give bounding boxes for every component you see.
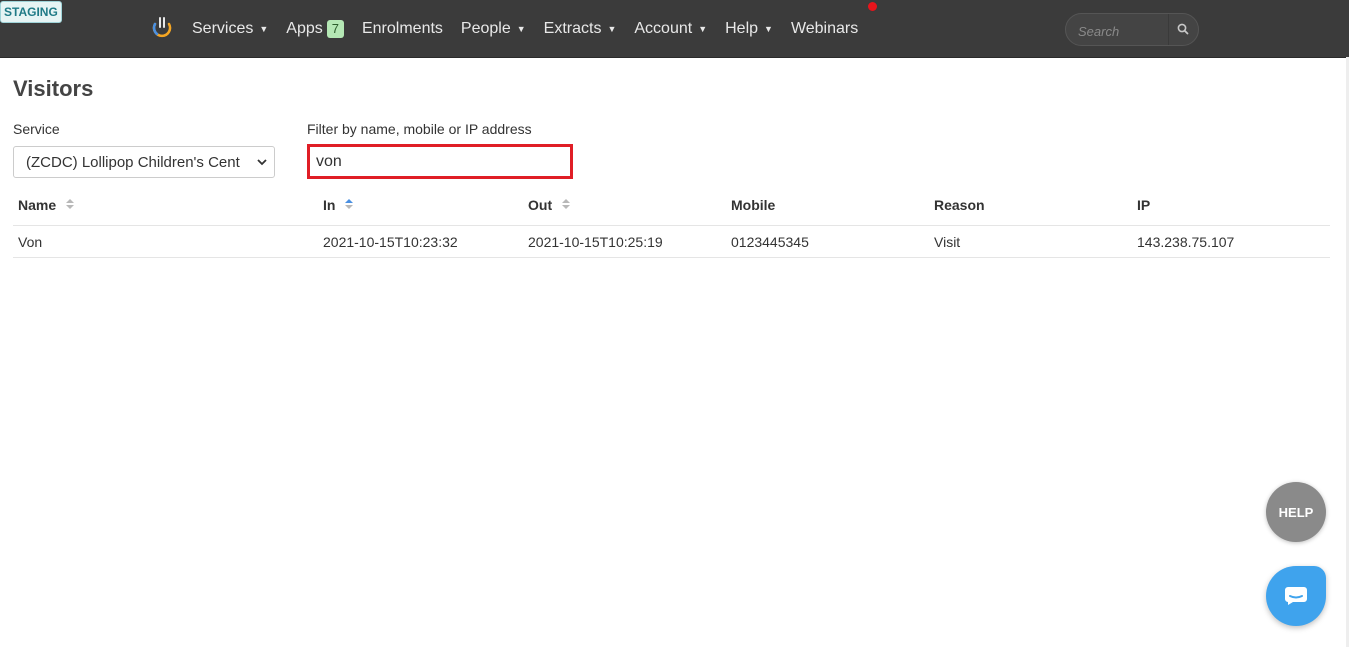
service-label: Service [13, 121, 60, 137]
service-select-value: (ZCDC) Lollipop Children's Cent [26, 154, 240, 171]
cell-ip: 143.238.75.107 [1132, 225, 1330, 258]
search-icon[interactable] [1176, 22, 1190, 36]
nav-extracts-label: Extracts [543, 19, 602, 37]
column-header-label: Name [18, 196, 57, 213]
nav-account-label: Account [634, 19, 693, 37]
nav-help-label: Help [725, 19, 759, 37]
table-row[interactable]: Von 2021-10-15T10:23:32 2021-10-15T10:25… [13, 225, 1330, 258]
chevron-down-icon [257, 159, 267, 166]
column-header-reason: Reason [929, 184, 1132, 226]
nav-people-label: People [460, 19, 511, 37]
page-title: Visitors [13, 76, 94, 101]
cell-name: Von [13, 225, 318, 258]
filter-field-highlight [307, 144, 573, 179]
column-header-label: IP [1137, 196, 1151, 213]
nav-services[interactable]: Services ▼ [192, 20, 268, 38]
table-header-row: Name In Out Mobile Reason IP [13, 184, 1330, 226]
service-select[interactable]: (ZCDC) Lollipop Children's Cent [13, 146, 275, 178]
nav-webinars-label: Webinars [790, 19, 859, 37]
nav-enrolments[interactable]: Enrolments [362, 20, 443, 38]
column-header-ip: IP [1132, 184, 1330, 226]
search-divider [1168, 14, 1169, 45]
column-header-out[interactable]: Out [523, 184, 726, 226]
notification-dot [868, 1, 878, 11]
nav-search-box [1065, 13, 1199, 46]
caret-down-icon: ▼ [698, 23, 708, 34]
cell-mobile: 0123445345 [726, 225, 929, 258]
nav-extracts[interactable]: Extracts ▼ [544, 20, 617, 38]
caret-down-icon: ▼ [607, 23, 617, 34]
filter-input[interactable] [316, 151, 556, 173]
chat-button[interactable] [1266, 566, 1326, 626]
caret-down-icon: ▼ [764, 23, 773, 34]
nav-people[interactable]: People ▼ [461, 20, 526, 38]
cell-in: 2021-10-15T10:23:32 [318, 225, 523, 258]
column-header-label: Out [528, 196, 553, 213]
nav-apps-label: Apps [286, 19, 323, 37]
nav-search-input[interactable] [1076, 20, 1170, 42]
help-button-label: HELP [1278, 504, 1314, 520]
filter-label: Filter by name, mobile or IP address [307, 121, 532, 137]
main-nav: Services ▼ Apps 7 Enrolments People ▼ Ex… [192, 0, 878, 57]
cell-out: 2021-10-15T10:25:19 [523, 225, 726, 258]
nav-account[interactable]: Account ▼ [634, 20, 707, 38]
visitors-table: Name In Out Mobile Reason IP Von 2021-10… [13, 184, 1330, 258]
column-header-in[interactable]: In [318, 184, 523, 226]
column-header-name[interactable]: Name [13, 184, 318, 226]
staging-badge: STAGING [0, 1, 62, 23]
nav-apps[interactable]: Apps 7 [286, 19, 344, 38]
nav-webinars[interactable]: Webinars [790, 1, 878, 38]
sort-ascending-icon [345, 198, 354, 209]
sort-icon [66, 198, 75, 209]
chat-bubble-icon [1285, 587, 1307, 605]
cell-reason: Visit [929, 225, 1132, 258]
column-header-label: Mobile [731, 196, 776, 213]
sort-icon [562, 198, 570, 209]
column-header-label: In [323, 196, 336, 213]
caret-down-icon: ▼ [259, 23, 269, 34]
apps-count-badge: 7 [326, 19, 344, 38]
app-logo-icon[interactable] [150, 15, 174, 39]
caret-down-icon: ▼ [516, 23, 526, 34]
nav-enrolments-label: Enrolments [361, 19, 443, 37]
help-button[interactable]: HELP [1266, 482, 1326, 542]
column-header-mobile: Mobile [726, 184, 929, 226]
column-header-label: Reason [934, 196, 985, 213]
top-navbar: STAGING Services ▼ Apps 7 Enrolments Peo… [0, 0, 1349, 58]
nav-services-label: Services [192, 19, 254, 37]
nav-help[interactable]: Help ▼ [725, 20, 773, 38]
